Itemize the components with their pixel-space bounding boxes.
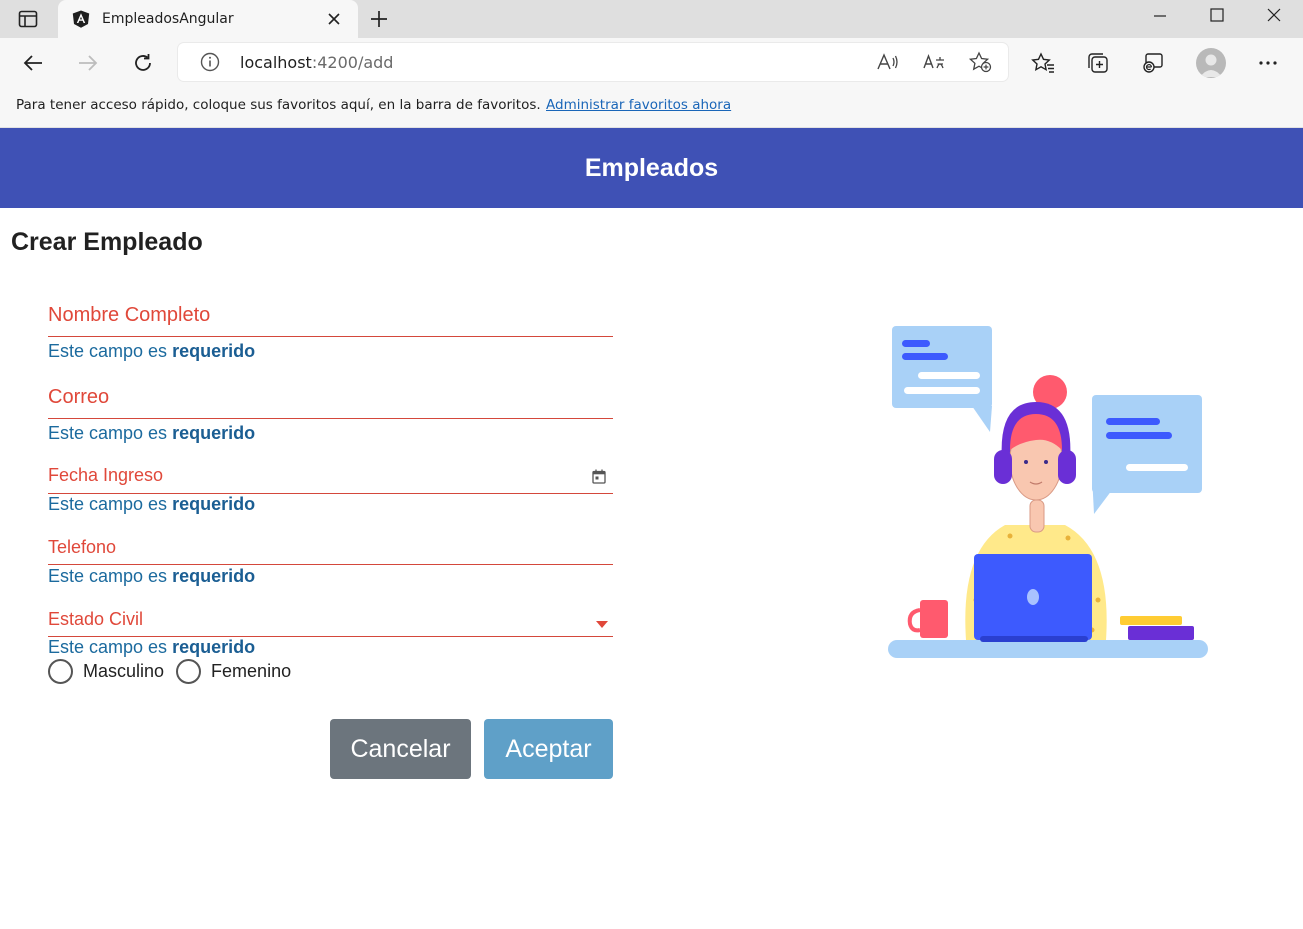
- email-error: Este campo es requerido: [48, 423, 256, 443]
- marital-status-label: Estado Civil: [48, 609, 144, 629]
- radio-femenino[interactable]: [176, 659, 202, 684]
- favorites-icon[interactable]: [1029, 49, 1057, 77]
- manage-favorites-link[interactable]: Administrar favoritos ahora: [546, 97, 731, 113]
- hire-date-label: Fecha Ingreso: [48, 465, 164, 485]
- phone-error: Este campo es requerido: [48, 566, 256, 586]
- cancel-button[interactable]: Cancelar: [330, 719, 471, 779]
- phone-underline: [48, 564, 613, 565]
- tab-actions-icon[interactable]: [14, 8, 42, 30]
- full-name-field[interactable]: Nombre Completo Este campo es requerido: [48, 304, 613, 364]
- app-header: Empleados: [0, 128, 1303, 208]
- add-favorite-icon[interactable]: [968, 51, 992, 73]
- profile-avatar[interactable]: [1196, 48, 1226, 78]
- page-title: Crear Empleado: [11, 228, 203, 256]
- forward-arrow-icon[interactable]: [74, 49, 102, 77]
- internet-explorer-mode-icon[interactable]: [1139, 49, 1167, 77]
- address-bar[interactable]: localhost:4200/add: [178, 43, 1008, 81]
- url-path: :4200/add: [311, 53, 394, 72]
- radio-femenino-label[interactable]: Femenino: [211, 661, 291, 682]
- email-label: Correo: [48, 386, 110, 408]
- close-tab-icon[interactable]: [326, 11, 342, 27]
- close-window-icon[interactable]: [1259, 4, 1289, 26]
- maximize-icon[interactable]: [1202, 4, 1232, 26]
- tab-title: EmpleadosAngular: [102, 11, 234, 27]
- full-name-label: Nombre Completo: [48, 304, 211, 326]
- minimize-icon[interactable]: [1145, 4, 1175, 26]
- back-arrow-icon[interactable]: [19, 49, 47, 77]
- employee-illustration: [880, 310, 1220, 670]
- accept-button[interactable]: Aceptar: [484, 719, 613, 779]
- radio-masculino-label[interactable]: Masculino: [83, 661, 164, 682]
- collections-icon[interactable]: [1084, 49, 1112, 77]
- chevron-down-icon[interactable]: [596, 615, 608, 628]
- read-aloud-icon[interactable]: [876, 51, 900, 73]
- full-name-underline: [48, 336, 613, 337]
- phone-label: Telefono: [48, 537, 117, 557]
- url-host: localhost: [240, 53, 312, 72]
- phone-field[interactable]: Telefono Este campo es requerido: [48, 537, 613, 592]
- browser-tabstrip: EmpleadosAngular: [0, 0, 1303, 38]
- calendar-icon[interactable]: [592, 469, 608, 485]
- marital-status-select[interactable]: Estado Civil Este campo es requerido: [48, 609, 613, 659]
- url-text[interactable]: localhost:4200/add: [240, 53, 393, 72]
- refresh-icon[interactable]: [129, 49, 157, 77]
- more-options-icon[interactable]: [1254, 49, 1282, 77]
- browser-toolbar: localhost:4200/add: [0, 38, 1303, 88]
- marital-status-error: Este campo es requerido: [48, 637, 256, 657]
- radio-masculino[interactable]: [48, 659, 73, 684]
- translate-icon[interactable]: [922, 51, 946, 73]
- favorites-bar-message: Para tener acceso rápido, coloque sus fa…: [16, 97, 541, 113]
- email-field[interactable]: Correo Este campo es requerido: [48, 386, 613, 446]
- favorites-bar: Para tener acceso rápido, coloque sus fa…: [0, 88, 1303, 128]
- hire-date-field[interactable]: Fecha Ingreso Este campo es requerido: [48, 465, 613, 520]
- new-tab-icon[interactable]: [366, 7, 392, 31]
- angular-logo-icon: [72, 10, 90, 28]
- email-underline: [48, 418, 613, 419]
- gender-radio-group: Masculino Femenino: [48, 659, 303, 684]
- hire-date-error: Este campo es requerido: [48, 494, 256, 514]
- site-info-icon[interactable]: [200, 52, 220, 72]
- app-title: Empleados: [584, 153, 719, 182]
- full-name-error: Este campo es requerido: [48, 341, 256, 361]
- browser-tab-active[interactable]: EmpleadosAngular: [58, 0, 358, 38]
